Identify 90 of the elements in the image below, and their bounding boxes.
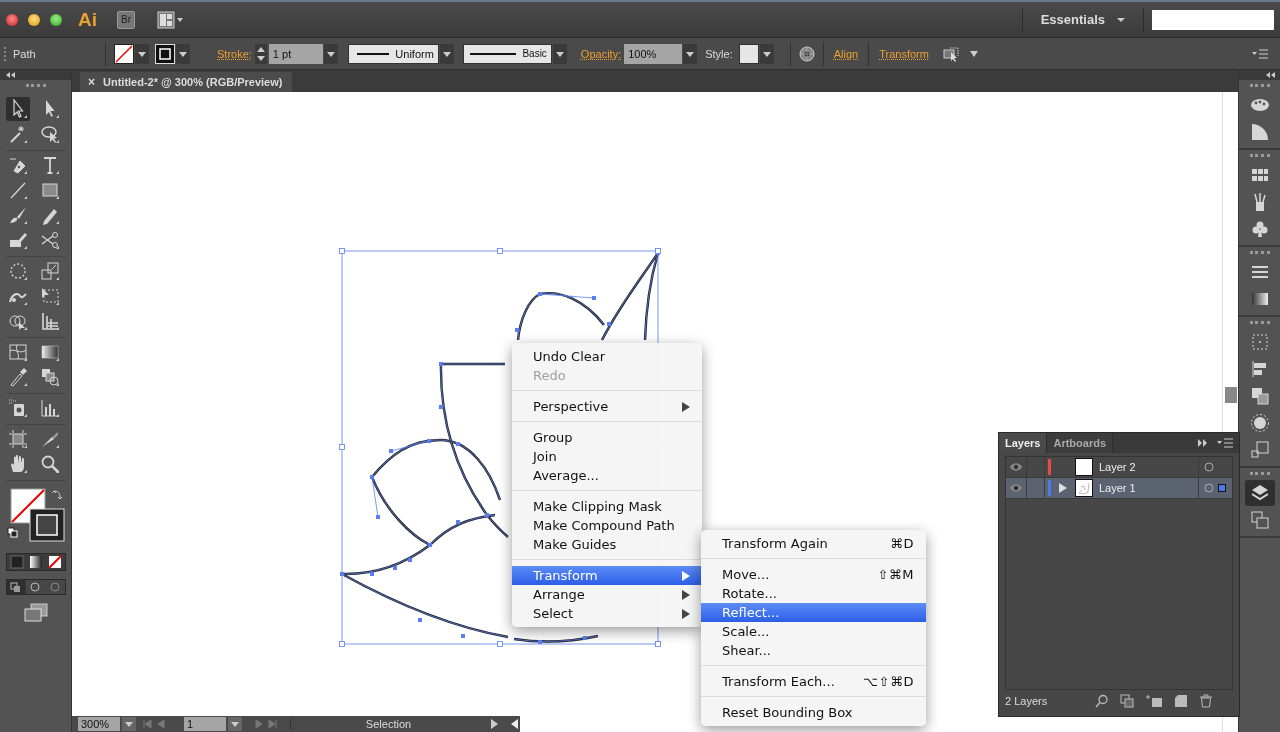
menu-item[interactable]: Join: [512, 447, 702, 466]
zoom-field[interactable]: 300%: [78, 717, 120, 731]
graphic-style-swatch[interactable]: [738, 43, 759, 64]
brush-dropdown-icon[interactable]: [552, 43, 567, 64]
opacity-link[interactable]: Opacity:: [580, 47, 622, 60]
selection-indicator-icon[interactable]: [1218, 484, 1226, 492]
expand-panel-icon[interactable]: [1197, 438, 1209, 448]
zoom-dropdown-icon[interactable]: [122, 717, 136, 731]
expand-arrow-icon[interactable]: [1059, 483, 1067, 493]
menu-item[interactable]: Make Guides: [512, 535, 702, 554]
document-tab[interactable]: × Untitled-2* @ 300% (RGB/Preview): [80, 72, 293, 92]
style-dropdown-icon[interactable]: [759, 43, 774, 64]
layer-count: 2 Layers: [1005, 695, 1048, 707]
layers-icon[interactable]: [1244, 480, 1275, 506]
recolor-icon[interactable]: [798, 45, 815, 62]
color-mode-drawing[interactable]: [5, 553, 66, 571]
menu-item[interactable]: Arrange: [512, 585, 702, 604]
layer-thumbnail: [1075, 458, 1093, 476]
menu-item[interactable]: Scale...: [701, 622, 926, 641]
menu-item[interactable]: Transform: [512, 566, 702, 585]
brush-dropdown[interactable]: Basic: [462, 43, 552, 64]
menu-item[interactable]: Shear...: [701, 641, 926, 660]
menu-item[interactable]: Reflect...: [701, 603, 926, 622]
fill-stroke-drawing[interactable]: [5, 485, 66, 545]
artboard-field[interactable]: 1: [184, 717, 226, 731]
menu-item[interactable]: Select: [512, 604, 702, 623]
menu-item[interactable]: Average...: [512, 466, 702, 485]
close-tab-button[interactable]: ×: [88, 75, 95, 89]
bridge-button[interactable]: Br: [117, 10, 135, 29]
minimize-window-icon[interactable]: [28, 13, 40, 26]
menu-item[interactable]: Undo Clear: [512, 347, 702, 366]
menu-item[interactable]: Rotate...: [701, 584, 926, 603]
visibility-eye-icon[interactable]: [1009, 462, 1023, 472]
close-window-icon[interactable]: [6, 13, 18, 26]
visibility-eye-icon[interactable]: [1009, 483, 1023, 493]
variable-width-dropdown[interactable]: Uniform: [347, 43, 439, 64]
target-circle-icon[interactable]: [1204, 483, 1214, 493]
stepper-icon[interactable]: [254, 43, 267, 64]
menu-item[interactable]: Make Clipping Mask: [512, 497, 702, 516]
current-tool-label[interactable]: Selection: [290, 718, 486, 730]
layer-name: Layer 2: [1099, 461, 1137, 473]
workspace-switcher[interactable]: Essentials: [1028, 12, 1117, 27]
stroke-link[interactable]: Stroke:: [217, 47, 252, 60]
opacity-dropdown-icon[interactable]: [683, 43, 698, 64]
layer-row[interactable]: Layer 1: [1006, 478, 1232, 499]
stroke-weight-field[interactable]: 1 pt: [268, 43, 323, 64]
selection-tool-icon[interactable]: [5, 97, 30, 121]
stroke-swatch[interactable]: [155, 43, 175, 64]
menu-item[interactable]: Transform Again ⌘D: [701, 534, 926, 553]
selection-type-label: Path: [13, 47, 37, 60]
transform-link[interactable]: Transform: [879, 47, 929, 60]
new-layer-icon[interactable]: [1174, 694, 1188, 708]
menu-item[interactable]: Make Compound Path: [512, 516, 702, 535]
stroke-dropdown-icon[interactable]: [176, 43, 190, 64]
collapse-icon[interactable]: [1266, 72, 1276, 78]
target-circle-icon[interactable]: [1204, 462, 1214, 472]
screen-mode-icon[interactable]: [22, 603, 49, 623]
style-label: Style:: [705, 47, 733, 60]
play-arrow-icon[interactable]: [488, 718, 500, 730]
caret-icon[interactable]: [968, 49, 979, 58]
layer-thumbnail: [1075, 479, 1093, 497]
fill-swatch[interactable]: [114, 43, 134, 64]
artboard-dropdown-icon[interactable]: [228, 717, 242, 731]
document-title: Untitled-2* @ 300% (RGB/Preview): [103, 76, 283, 88]
fill-dropdown-icon[interactable]: [135, 43, 149, 64]
caret-icon[interactable]: [1117, 16, 1125, 23]
align-link[interactable]: Align: [833, 47, 859, 60]
search-icon[interactable]: [1095, 694, 1109, 708]
menu-item[interactable]: Reset Bounding Box: [701, 703, 926, 722]
menu-item[interactable]: Transform Each... ⌥⇧⌘D: [701, 672, 926, 691]
opacity-field[interactable]: 100%: [624, 43, 683, 64]
new-sublayer-icon[interactable]: [1145, 694, 1163, 708]
zoom-window-icon[interactable]: [50, 13, 62, 26]
isolate-icon[interactable]: [942, 45, 961, 62]
menu-item[interactable]: Group: [512, 428, 702, 447]
panel-tab[interactable]: Layers: [999, 433, 1048, 453]
layer-name: Layer 1: [1099, 482, 1137, 494]
menu-item[interactable]: Perspective: [512, 397, 702, 416]
collapse-icon[interactable]: [6, 72, 16, 78]
arrange-documents-icon[interactable]: [157, 10, 185, 29]
menu-item[interactable]: Move... ⇧⌘M: [701, 565, 926, 584]
clipping-mask-icon[interactable]: [1120, 694, 1134, 708]
trash-icon[interactable]: [1199, 694, 1213, 708]
draw-mode-drawing[interactable]: [5, 579, 66, 595]
panel-menu-icon[interactable]: [1252, 48, 1268, 59]
weight-dropdown-icon[interactable]: [323, 43, 338, 64]
app-logo: Ai: [78, 8, 97, 31]
search-field[interactable]: [1152, 9, 1274, 30]
profile-dropdown-icon[interactable]: [439, 43, 454, 64]
panel-menu-icon[interactable]: [1217, 438, 1233, 448]
